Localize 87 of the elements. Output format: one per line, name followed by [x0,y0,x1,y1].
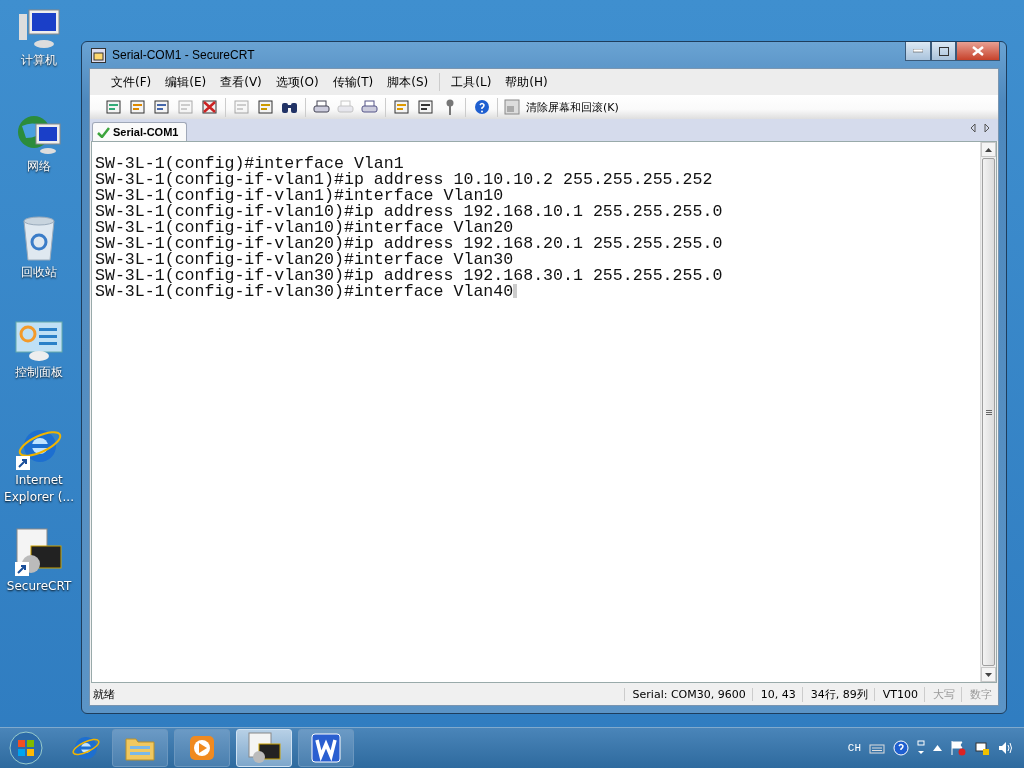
menu-item[interactable]: 工具(L) [444,73,499,91]
toolbar-button[interactable] [416,97,435,117]
keyboard-icon[interactable] [869,742,885,754]
scroll-right-icon[interactable] [984,123,990,133]
terminal-line: SW-3L-1(config-if-vlan20)#ip address 192.168.20.1 255.255.255.0 [95,234,723,253]
desktop-icon-label[interactable]: 网络 [0,158,78,175]
document-icon [417,99,434,115]
clear-screen-icon [504,99,520,115]
terminal-line: SW-3L-1(config-if-vlan30)#ip address 192.168.30.1 255.255.255.0 [95,266,723,285]
document-icon [393,99,410,115]
desktop-icon-label[interactable]: Internet Explorer (... [0,472,78,506]
document-icon [105,99,122,115]
maximize-button[interactable] [931,42,956,61]
status-pane: VT100 [873,687,924,701]
terminal-lock-icon [247,732,281,764]
close-button[interactable] [956,42,1000,61]
status-pane: 数字 [961,686,998,702]
help-icon [473,99,490,115]
printer-icon [313,99,330,115]
window-title: Serial-COM1 - SecureCRT [112,48,255,62]
close-icon [972,46,984,56]
help-icon[interactable] [893,740,909,756]
terminal-line: SW-3L-1(config-if-vlan10)#interface Vlan20 [95,218,514,237]
key-icon [444,98,455,116]
play-icon [189,735,215,761]
printer-icon [337,99,354,115]
menu-item[interactable]: 传输(T) [325,73,381,91]
clear-screen-button[interactable]: 清除屏幕和回滚(K) [498,99,625,115]
terminal-line: SW-3L-1(config-if-vlan10)#ip address 192.168.10.1 255.255.255.0 [95,202,723,221]
menu-item[interactable]: 选项(O) [268,73,326,91]
document-icon [177,99,194,115]
terminal-line: SW-3L-1(config-if-vlan30)#interface Vlan40 [95,282,514,301]
terminal-line: SW-3L-1(config-if-vlan1)#interface Vlan10 [95,186,504,205]
menu-item[interactable]: 帮助(H) [498,73,555,91]
text-cursor [513,284,518,298]
document-icon [129,99,146,115]
maximize-icon [938,46,949,56]
desktop-icon-label[interactable]: SecureCRT [0,578,78,595]
menu-item[interactable]: 查看(V) [213,73,269,91]
flag-icon[interactable] [950,740,966,756]
computer-icon [17,8,61,50]
minimize-button[interactable] [905,42,931,61]
toolbar-button[interactable] [472,97,491,117]
binoculars-icon [281,100,298,114]
session-tab[interactable]: Serial-COM1 [92,122,188,141]
menu-item[interactable]: 编辑(E) [158,73,214,91]
document-icon [153,99,170,115]
scroll-down-icon [985,672,992,677]
grip-icon [985,409,992,415]
toolbar-button[interactable] [200,97,219,117]
terminal-line: SW-3L-1(config-if-vlan20)#interface Vlan30 [95,250,514,269]
desktop-icon-label[interactable]: 回收站 [0,264,78,281]
network-icon[interactable] [974,740,990,756]
status-pane: 10, 43 [751,687,802,701]
status-pane: 大写 [924,686,961,702]
scroll-up-icon [985,147,992,152]
disconnect-icon [201,99,218,115]
menu-item[interactable]: 文件(F) [104,73,159,91]
minimize-icon [913,49,923,53]
language-indicator[interactable]: CH [847,742,861,754]
vertical-scrollbar[interactable] [980,142,996,682]
document-icon [233,99,250,115]
start-button[interactable] [6,728,46,768]
recycle-bin-icon [21,216,57,262]
scrollbar-thumb[interactable] [982,158,995,666]
volume-icon[interactable] [998,740,1014,756]
show-hidden-icon[interactable] [933,745,942,751]
scroll-left-icon[interactable] [970,123,976,133]
app-window-icon [91,47,106,63]
terminal-line: SW-3L-1(config-if-vlan1)#ip address 10.10.10.2 255.255.255.252 [95,170,713,189]
desktop-icon-label[interactable]: 计算机 [0,52,78,69]
status-message: 就绪 [92,686,116,702]
windows-logo-icon [9,731,43,765]
terminal-lock-icon [15,528,63,576]
toolbar-button[interactable] [152,97,171,117]
w-logo-icon [311,733,341,763]
checkmark-icon [97,126,110,138]
terminal-line: SW-3L-1(config)#interface Vlan1 [95,154,404,173]
status-pane: 34行, 89列 [801,686,874,702]
control-panel-icon [15,320,63,362]
status-pane: Serial: COM30, 9600 [623,687,752,701]
terminal-area[interactable] [91,141,997,683]
menu-item[interactable]: 脚本(S) [380,73,436,91]
desktop-icon-label[interactable]: 控制面板 [0,364,78,381]
document-icon [257,99,274,115]
options-arrow-icon[interactable] [917,740,925,756]
printer-icon [361,99,378,115]
